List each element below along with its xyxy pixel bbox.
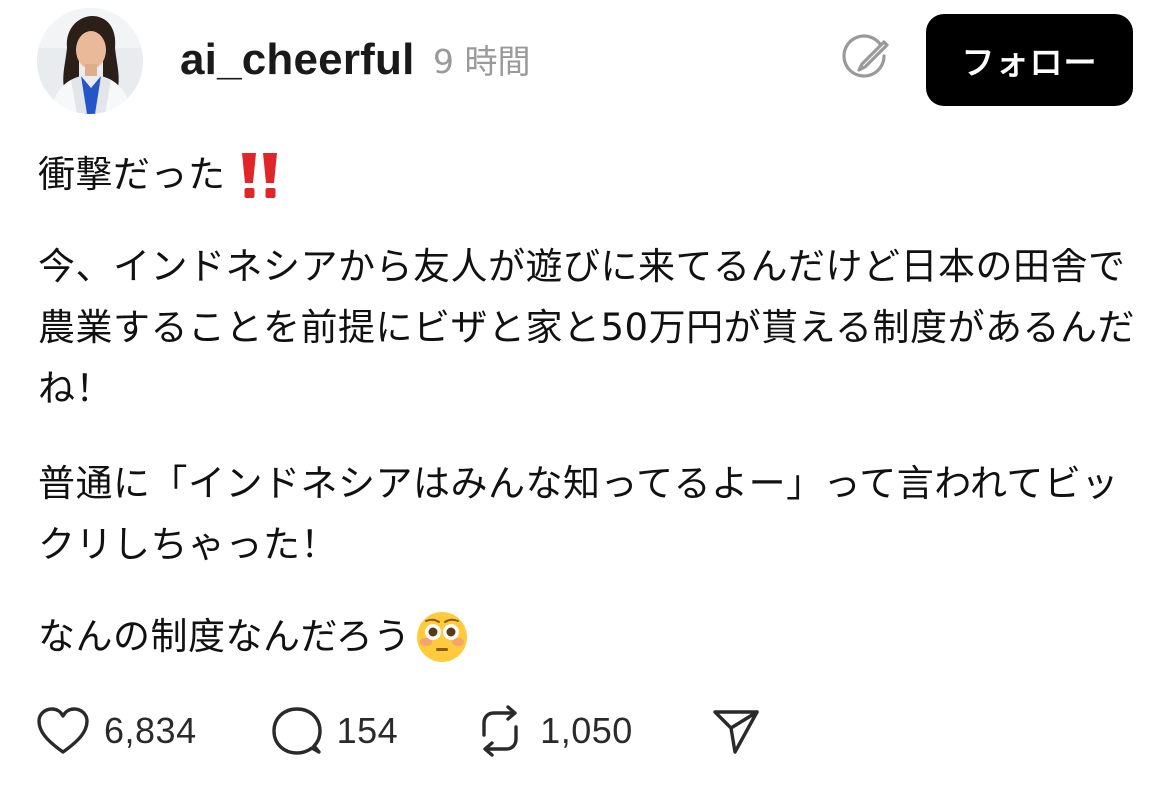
reply-button[interactable]: 154 <box>271 705 399 757</box>
username[interactable]: ai_cheerful <box>180 32 415 88</box>
repost-button[interactable]: 1,050 <box>474 705 633 757</box>
post-line-4: なんの制度なんだろう <box>38 606 1138 667</box>
post-line-1: 衝撃だった <box>38 144 1138 205</box>
action-bar: 6,834 154 1,050 <box>36 702 761 760</box>
like-count: 6,834 <box>104 710 197 751</box>
heart-icon <box>37 707 89 754</box>
follow-button[interactable]: フォロー <box>926 14 1133 106</box>
share-button[interactable] <box>711 706 761 756</box>
post-line-4-text: なんの制度なんだろう <box>38 615 411 658</box>
flushed-face-icon <box>415 610 469 664</box>
like-button[interactable]: 6,834 <box>36 706 197 756</box>
avatar-photo <box>37 8 143 114</box>
speech-bubble-icon <box>271 707 322 755</box>
avatar[interactable] <box>37 8 143 114</box>
double-exclamation-icon <box>238 149 282 201</box>
post-line-1-text: 衝撃だった <box>38 153 226 196</box>
post-paragraph-2: 今、インドネシアから友人が遊びに来てるんだけど日本の田舎で農業することを前提にビ… <box>38 245 1135 410</box>
thread-post: ai_cheerful 9 時間 フォロー 衝撃だった 今、インドネシアから友人… <box>0 0 1170 795</box>
post-paragraph-3: 普通に「インドネシアはみんな知ってるよー」って言われてビックリしちゃった！ <box>38 462 1119 566</box>
edit-circle-icon[interactable] <box>840 34 892 86</box>
post-time: 9 時間 <box>433 42 531 81</box>
repost-icon <box>482 705 518 757</box>
reply-count: 154 <box>336 710 399 751</box>
paper-plane-icon <box>713 710 759 754</box>
repost-count: 1,050 <box>540 710 633 751</box>
